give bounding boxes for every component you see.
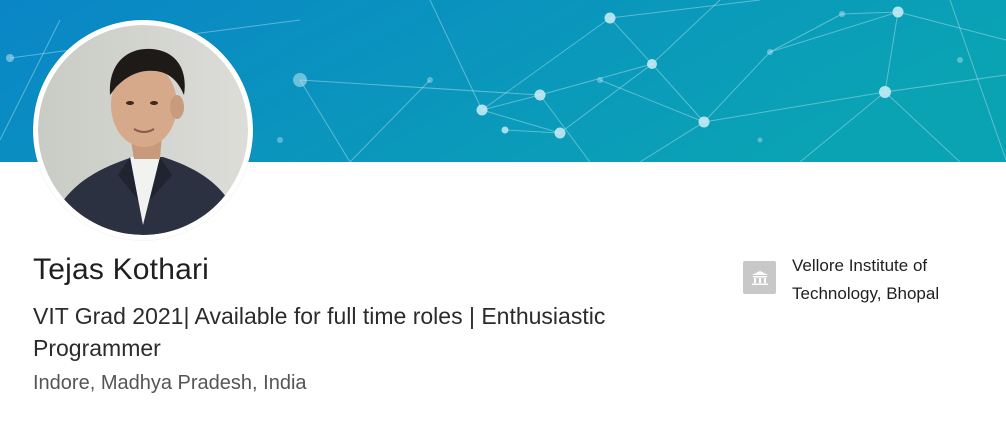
profile-name: Tejas Kothari [33, 253, 210, 286]
profile-location: Indore, Madhya Pradesh, India [33, 372, 307, 394]
profile-headline: VIT Grad 2021| Available for full time r… [33, 303, 606, 361]
education-link[interactable]: Vellore Institute of Technology, Bhopal [743, 252, 992, 308]
education-school-name: Vellore Institute of Technology, Bhopal [792, 256, 940, 303]
profile-photo-image [38, 25, 248, 235]
school-building-icon [743, 261, 776, 294]
profile-photo[interactable] [33, 20, 253, 240]
